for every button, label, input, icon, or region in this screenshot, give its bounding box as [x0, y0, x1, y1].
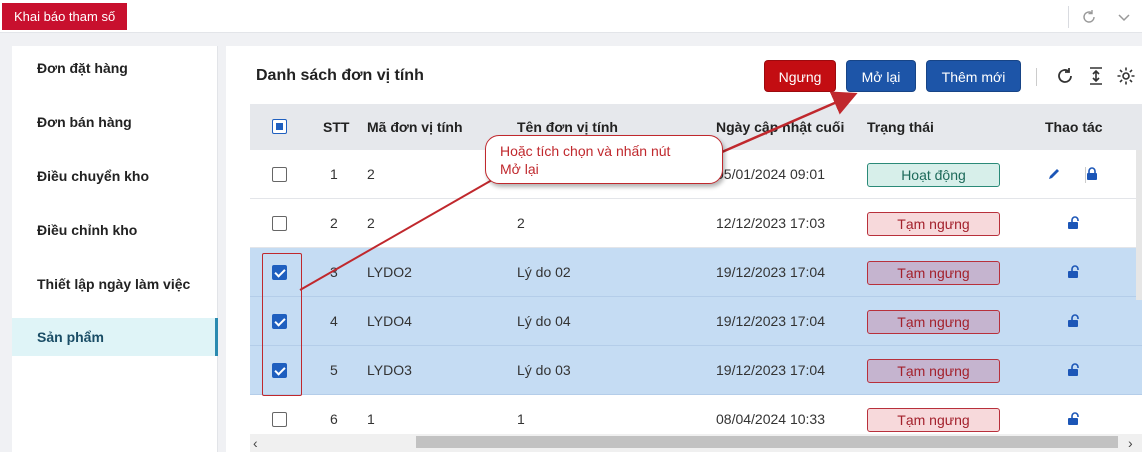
lock-icon[interactable]: [1084, 166, 1100, 182]
cell-code: 2: [367, 166, 375, 182]
chevron-down-icon[interactable]: [1115, 8, 1133, 26]
column-header-actions: Thao tác: [1045, 119, 1103, 135]
status-badge: Tạm ngưng: [867, 310, 1000, 334]
cell-code: LYDO3: [367, 362, 412, 378]
select-all-checkbox[interactable]: [272, 119, 287, 134]
unlock-icon[interactable]: [1065, 411, 1081, 427]
sidebar-item-don-ban-hang[interactable]: Đơn bán hàng: [12, 103, 218, 141]
column-header-status[interactable]: Trạng thái: [867, 104, 934, 150]
cell-name: 1: [517, 411, 525, 427]
highlight-box: [262, 253, 302, 396]
add-new-button[interactable]: Thêm mới: [926, 60, 1021, 92]
stop-button[interactable]: Ngưng: [764, 60, 836, 92]
table-row[interactable]: 4 LYDO4 Lý do 04 19/12/2023 17:04 Tạm ng…: [250, 297, 1142, 346]
page-title: Danh sách đơn vị tính: [256, 67, 424, 84]
sidebar-item-don-dat-hang[interactable]: Đơn đặt hàng: [12, 49, 218, 87]
status-badge: Tạm ngưng: [867, 359, 1000, 383]
status-badge: Tạm ngưng: [867, 408, 1000, 432]
column-header-updated[interactable]: Ngày cập nhật cuối: [716, 104, 844, 150]
sidebar-item-thiet-lap-ngay-lam-viec[interactable]: Thiết lập ngày làm việc: [12, 265, 218, 303]
refresh-icon[interactable]: [1080, 8, 1098, 26]
cell-code: LYDO2: [367, 264, 412, 280]
divider: [1068, 6, 1069, 28]
top-bar: Khai báo tham số: [0, 0, 1142, 33]
cell-stt: 3: [330, 264, 338, 280]
unlock-icon[interactable]: [1065, 264, 1081, 280]
cell-stt: 6: [330, 411, 338, 427]
toolbar-divider: [1036, 68, 1037, 86]
cell-updated: 19/12/2023 17:04: [716, 362, 825, 378]
row-checkbox[interactable]: [272, 216, 287, 231]
cell-updated: 08/04/2024 10:33: [716, 411, 825, 427]
sidebar-item-san-pham[interactable]: Sản phẩm: [12, 318, 218, 356]
column-header-stt[interactable]: STT: [323, 104, 349, 150]
annotation-callout: Hoặc tích chọn và nhấn nút Mở lại: [485, 135, 723, 184]
callout-line-2: Mở lại: [500, 161, 539, 177]
cell-name: Lý do 03: [517, 362, 571, 378]
cell-name: Lý do 04: [517, 313, 571, 329]
cell-updated: 19/12/2023 17:04: [716, 264, 825, 280]
sidebar: Đơn đặt hàng Đơn bán hàng Điều chuyển kh…: [12, 46, 218, 452]
row-checkbox[interactable]: [272, 412, 287, 427]
sidebar-item-dieu-chinh-kho[interactable]: Điều chỉnh kho: [12, 211, 218, 249]
tab-khai-bao-tham-so[interactable]: Khai báo tham số: [2, 3, 128, 30]
column-header-code[interactable]: Mã đơn vị tính: [367, 104, 463, 150]
row-checkbox[interactable]: [272, 167, 287, 182]
cell-stt: 5: [330, 362, 338, 378]
table-row[interactable]: 5 LYDO3 Lý do 03 19/12/2023 17:04 Tạm ng…: [250, 346, 1142, 395]
horizontal-scrollbar[interactable]: ‹ ›: [250, 434, 1142, 452]
cell-name: 2: [517, 215, 525, 231]
sidebar-item-dieu-chuyen-kho[interactable]: Điều chuyển kho: [12, 157, 218, 195]
table-row[interactable]: 6 1 1 08/04/2024 10:33 Tạm ngưng: [250, 395, 1142, 434]
gear-icon[interactable]: [1116, 66, 1136, 86]
scroll-right-icon[interactable]: ›: [1128, 435, 1133, 451]
callout-line-1: Hoặc tích chọn và nhấn nút: [500, 143, 671, 159]
edit-icon[interactable]: [1046, 166, 1062, 182]
refresh-icon[interactable]: [1055, 66, 1075, 86]
cell-name: Lý do 02: [517, 264, 571, 280]
cell-code: 1: [367, 411, 375, 427]
unlock-icon[interactable]: [1065, 215, 1081, 231]
cell-stt: 2: [330, 215, 338, 231]
vertical-scrollbar[interactable]: [1136, 150, 1142, 300]
reopen-button[interactable]: Mở lại: [846, 60, 916, 92]
table-row[interactable]: 2 2 2 12/12/2023 17:03 Tạm ngưng: [250, 199, 1142, 248]
export-icon[interactable]: [1086, 66, 1106, 86]
cell-code: 2: [367, 215, 375, 231]
table-row[interactable]: 3 LYDO2 Lý do 02 19/12/2023 17:04 Tạm ng…: [250, 248, 1142, 297]
cell-stt: 1: [330, 166, 338, 182]
status-badge: Tạm ngưng: [867, 212, 1000, 236]
status-badge: Tạm ngưng: [867, 261, 1000, 285]
main-panel: Danh sách đơn vị tính Ngưng Mở lại Thêm …: [226, 46, 1142, 452]
cell-updated: 12/12/2023 17:03: [716, 215, 825, 231]
scrollbar-thumb[interactable]: [416, 436, 1118, 448]
unlock-icon[interactable]: [1065, 362, 1081, 378]
cell-stt: 4: [330, 313, 338, 329]
scroll-left-icon[interactable]: ‹: [253, 435, 258, 451]
cell-code: LYDO4: [367, 313, 412, 329]
cell-updated: 19/12/2023 17:04: [716, 313, 825, 329]
cell-updated: 05/01/2024 09:01: [716, 166, 825, 182]
status-badge: Hoạt động: [867, 163, 1000, 187]
unlock-icon[interactable]: [1065, 313, 1081, 329]
